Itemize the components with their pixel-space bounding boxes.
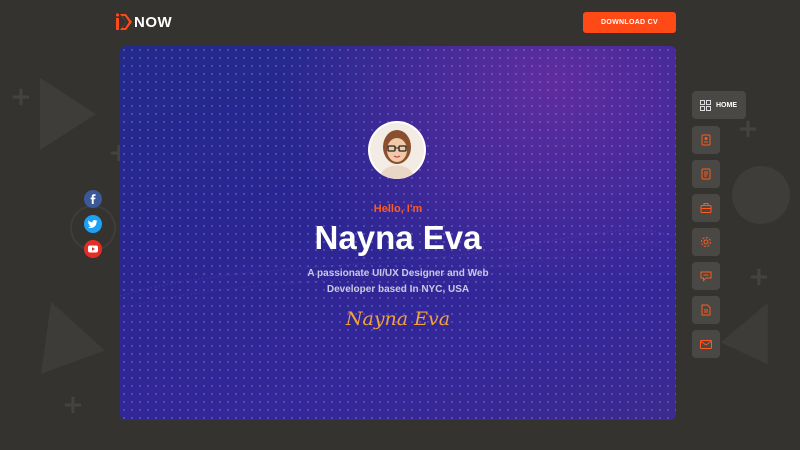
nav-resume[interactable] [692, 160, 720, 188]
nav-contact[interactable] [692, 330, 720, 358]
bg-triangle [40, 78, 96, 150]
resume-icon [701, 168, 711, 180]
avatar [368, 121, 426, 179]
services-icon [701, 237, 711, 247]
testimonial-icon [700, 271, 712, 282]
nav-home-label: HOME [716, 101, 737, 109]
greeting-text: Hello, I'm [373, 203, 423, 215]
nav-blog[interactable] [692, 296, 720, 324]
nav-portfolio[interactable] [692, 194, 720, 222]
hero-description: A passionate UI/UX Designer and Web Deve… [307, 268, 489, 295]
avatar-photo-icon [370, 123, 424, 179]
bg-plus-icon: + [62, 390, 84, 420]
bg-triangle [720, 291, 792, 365]
nav-home[interactable]: HOME [692, 91, 746, 119]
bg-plus-icon: + [748, 262, 770, 292]
bg-plus-icon: + [10, 82, 32, 112]
hero-name: Nayna Eva [314, 219, 482, 256]
bg-circle [732, 166, 790, 224]
site-logo[interactable]: NOW [115, 12, 173, 32]
logo-mark-icon [115, 12, 132, 32]
logo-text: NOW [134, 13, 173, 31]
portfolio-icon [700, 203, 712, 213]
bg-plus-icon: + [737, 114, 759, 144]
youtube-icon[interactable] [84, 240, 102, 258]
nav-profile[interactable] [692, 126, 720, 154]
hero-section: Hello, I'm Nayna Eva A passionate UI/UX … [120, 46, 676, 420]
grid-icon [700, 99, 711, 111]
profile-icon [701, 134, 711, 146]
signature: Nayna Eva [345, 308, 451, 330]
contact-icon [700, 339, 712, 349]
twitter-icon[interactable] [84, 215, 102, 233]
facebook-icon[interactable] [84, 190, 102, 208]
bg-triangle [19, 290, 105, 374]
page: + + + + + NOW DOWNLOAD CV Hello, I'm Nay… [0, 0, 800, 450]
nav-services[interactable] [692, 228, 720, 256]
blog-icon [701, 304, 711, 316]
download-cv-button[interactable]: DOWNLOAD CV [583, 12, 676, 33]
nav-testimonial[interactable] [692, 262, 720, 290]
